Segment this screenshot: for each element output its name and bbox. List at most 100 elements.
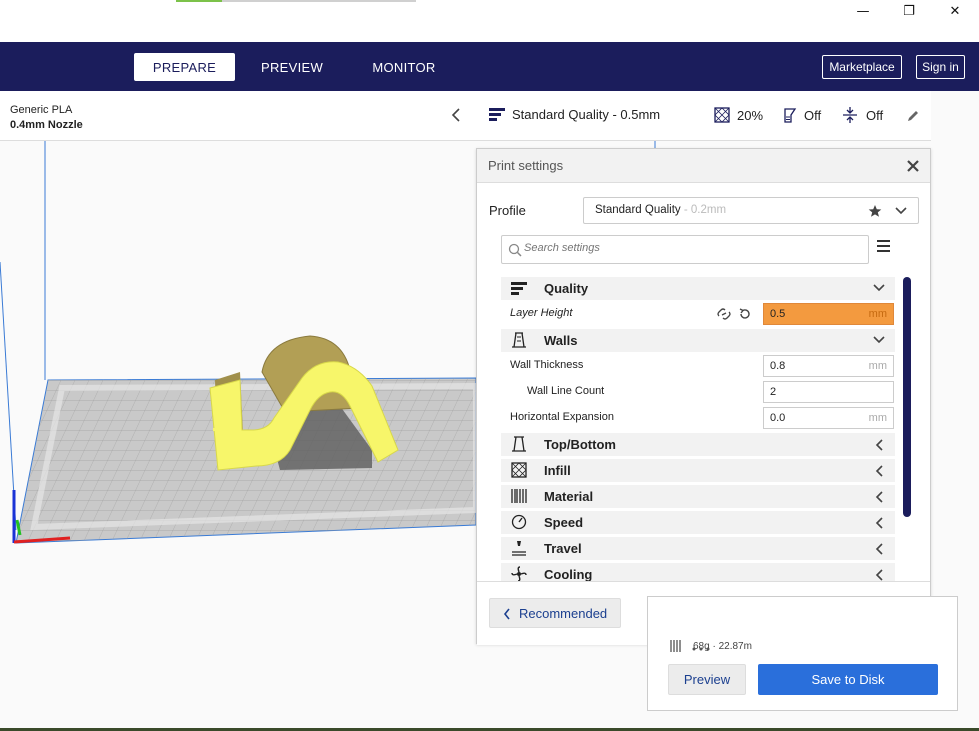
infill-summary: 20%	[737, 107, 764, 123]
print-settings-header: Print settings	[477, 149, 930, 183]
tab-monitor[interactable]: MONITOR	[354, 53, 454, 81]
setting-value: 0.8	[770, 360, 786, 372]
setting-horizontal-expansion: Horizontal Expansion 0.0 mm	[501, 405, 895, 431]
category-speed[interactable]: Speed	[501, 511, 895, 534]
fan-icon	[511, 566, 527, 582]
preview-button[interactable]: Preview	[668, 664, 746, 695]
chevron-left-icon	[875, 439, 883, 451]
setting-unit: mm	[868, 412, 887, 424]
adhesion-summary: Off	[866, 107, 884, 123]
minimize-button[interactable]: —	[840, 0, 886, 22]
setting-label: Horizontal Expansion	[510, 411, 614, 423]
window-titlebar: — ❐ ✕	[0, 0, 979, 42]
drag-handle-icon	[692, 647, 710, 651]
tab-prepare[interactable]: PREPARE	[134, 53, 235, 81]
walls-icon	[512, 332, 526, 348]
category-quality[interactable]: Quality	[501, 277, 895, 300]
setting-unit: mm	[868, 360, 887, 372]
restore-icon: ❐	[903, 3, 915, 19]
category-cooling[interactable]: Cooling	[501, 563, 895, 582]
search-input[interactable]	[524, 242, 854, 254]
print-settings-panel: Print settings Profile Standard Quality …	[476, 148, 931, 645]
restore-button[interactable]: ❐	[886, 0, 932, 22]
infill-icon	[511, 462, 527, 478]
profile-dropdown[interactable]: Standard Quality - 0.2mm	[583, 197, 919, 224]
horizontal-expansion-input[interactable]: 0.0 mm	[763, 407, 894, 429]
setting-label: Wall Line Count	[527, 385, 605, 397]
material-usage-icon	[670, 640, 681, 652]
chevron-left-icon[interactable]	[451, 108, 461, 122]
travel-icon	[512, 541, 526, 556]
nozzle-size: 0.4mm Nozzle	[10, 119, 83, 131]
pencil-icon[interactable]	[906, 109, 920, 123]
wall-line-count-input[interactable]: 2	[763, 381, 894, 403]
setting-label: Wall Thickness	[510, 359, 584, 371]
setting-wall-thickness: Wall Thickness 0.8 mm	[501, 353, 895, 379]
speed-icon	[511, 514, 527, 530]
adhesion-icon	[843, 107, 857, 123]
setting-value: 0.5	[770, 308, 786, 320]
settings-list: Quality Layer Height 0.5 mm Walls Wall T…	[501, 277, 895, 582]
star-icon[interactable]	[868, 204, 882, 218]
quality-icon	[489, 107, 505, 121]
quality-icon	[511, 282, 527, 295]
print-settings-summary[interactable]: Standard Quality - 0.5mm 20% Off Off	[476, 91, 931, 141]
setting-unit: mm	[868, 308, 887, 320]
chevron-down-icon	[873, 336, 885, 344]
support-icon	[784, 108, 797, 123]
category-walls[interactable]: Walls	[501, 329, 895, 352]
minimize-icon: —	[856, 3, 870, 19]
search-settings[interactable]	[501, 235, 869, 264]
recommended-label: Recommended	[519, 606, 608, 621]
wall-thickness-input[interactable]: 0.8 mm	[763, 355, 894, 377]
chevron-left-icon	[875, 517, 883, 529]
support-summary: Off	[804, 107, 822, 123]
category-material[interactable]: Material	[501, 485, 895, 508]
drag-handle[interactable]	[691, 636, 711, 651]
category-label: Top/Bottom	[544, 437, 616, 452]
profile-summary: Standard Quality - 0.5mm	[512, 107, 661, 122]
link-icon[interactable]	[717, 308, 731, 320]
category-label: Infill	[544, 463, 571, 478]
chevron-left-icon	[875, 569, 883, 581]
category-label: Walls	[544, 333, 578, 348]
material-selector[interactable]: Generic PLA 0.4mm Nozzle	[0, 91, 476, 141]
chevron-left-icon	[875, 465, 883, 477]
chevron-left-icon	[875, 491, 883, 503]
category-label: Cooling	[544, 567, 593, 582]
category-top-bottom[interactable]: Top/Bottom	[501, 433, 895, 456]
chevron-down-icon	[895, 207, 907, 215]
reset-icon[interactable]	[738, 307, 752, 321]
settings-menu-icon[interactable]	[877, 240, 893, 256]
profile-label: Profile	[489, 203, 526, 218]
layer-height-input[interactable]: 0.5 mm	[763, 303, 894, 325]
close-window-button[interactable]: ✕	[932, 0, 978, 22]
category-label: Travel	[544, 541, 582, 556]
profile-layer-height: - 0.2mm	[680, 204, 727, 216]
close-icon: ✕	[949, 3, 961, 19]
setting-value: 0.0	[770, 412, 786, 424]
category-travel[interactable]: Travel	[501, 537, 895, 560]
print-settings-title: Print settings	[488, 158, 564, 173]
category-label: Material	[544, 489, 594, 504]
close-icon[interactable]	[907, 160, 919, 172]
profile-name: Standard Quality	[595, 204, 681, 216]
chevron-left-icon	[875, 543, 883, 555]
setting-value: 2	[770, 386, 777, 398]
tab-preview[interactable]: PREVIEW	[245, 53, 339, 81]
category-label: Speed	[544, 515, 584, 530]
material-name: Generic PLA	[10, 104, 73, 116]
marketplace-button[interactable]: Marketplace	[822, 55, 902, 79]
material-icon	[511, 489, 527, 503]
category-infill[interactable]: Infill	[501, 459, 895, 482]
sign-in-button[interactable]: Sign in	[916, 55, 965, 79]
save-to-disk-button[interactable]: Save to Disk	[758, 664, 938, 695]
chevron-left-icon	[503, 608, 510, 620]
settings-scrollbar[interactable]	[903, 277, 911, 517]
setting-layer-height: Layer Height 0.5 mm	[501, 301, 895, 327]
infill-icon	[714, 107, 730, 123]
search-icon	[508, 243, 522, 257]
recommended-button[interactable]: Recommended	[489, 598, 621, 628]
setting-wall-line-count: Wall Line Count 2	[501, 379, 895, 405]
action-panel: 68g · 22.87m Preview Save to Disk	[647, 596, 958, 711]
